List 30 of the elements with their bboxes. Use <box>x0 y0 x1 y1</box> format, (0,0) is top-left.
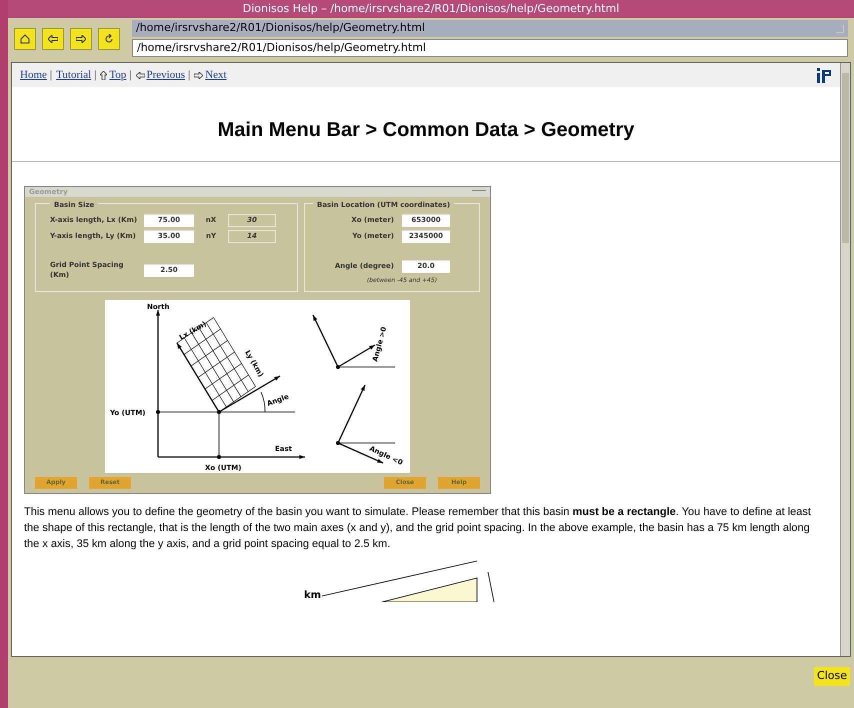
nav-link[interactable]: Tutorial <box>56 66 92 84</box>
separator: | <box>129 68 132 83</box>
window-title: Dionisos Help – /home/irsrvshare2/R01/Dionisos/help/Geometry.html <box>242 0 620 17</box>
dimension-label: km <box>304 590 322 600</box>
location-field[interactable]: /home/irsrvshare2/R01/Dionisos/help/Geometry.html <box>132 39 848 57</box>
close-button[interactable]: Close <box>814 667 850 686</box>
history-combo[interactable]: /home/irsrvshare2/R01/Dionisos/help/Geometry.html <box>132 20 848 37</box>
home-icon <box>20 34 30 44</box>
forward-button[interactable] <box>70 28 92 50</box>
up-arrow-icon <box>100 70 108 80</box>
separator: | <box>50 68 52 83</box>
nav-link[interactable]: Home <box>20 66 47 84</box>
scrollbar[interactable] <box>840 63 850 656</box>
description-paragraph: This menu allows you to define the geometry of the basin you want to simulate. Please remember that this basin must be a rectangle. You have to define at least the shape of this rectangle, that is the length of the two main axes (x and y), and the grid point spacing. In the above example, the basin has a 75 km length along the x axis, 35 km along the y axis, and a grid point spacing equal to 2.5 km. <box>24 504 812 552</box>
dropdown-icon <box>836 24 844 32</box>
nav-link[interactable]: Top <box>109 66 126 84</box>
back-button[interactable] <box>42 28 64 50</box>
left-arrow-icon <box>48 34 58 42</box>
reload-icon <box>104 34 114 44</box>
page-heading: Main Menu Bar > Common Data > Geometry <box>216 118 636 143</box>
right-arrow-icon <box>194 72 204 78</box>
nav-link[interactable]: Next <box>205 66 227 84</box>
home-button[interactable] <box>14 28 36 50</box>
nav-link[interactable]: Previous <box>146 66 185 84</box>
reload-button[interactable] <box>98 28 120 50</box>
separator: | <box>94 68 96 83</box>
logo-icon <box>816 67 832 83</box>
right-arrow-icon <box>76 34 86 42</box>
left-arrow-icon <box>136 72 144 78</box>
separator: | <box>188 68 190 83</box>
